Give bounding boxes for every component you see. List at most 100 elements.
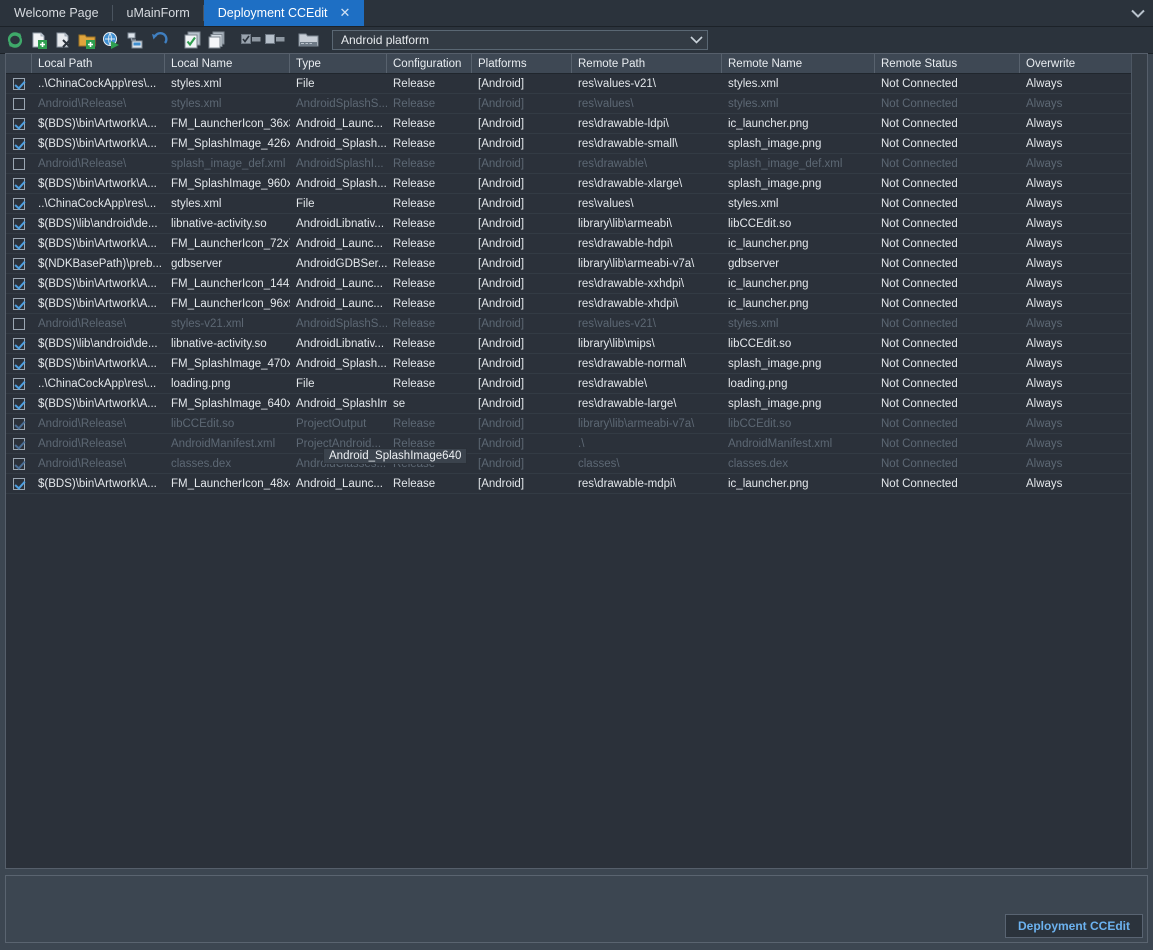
checkbox-checked-icon[interactable]	[13, 117, 25, 130]
cell-local-name: gdbserver	[171, 257, 223, 270]
row-checkbox-cell[interactable]	[6, 357, 32, 370]
remove-file-icon[interactable]	[52, 29, 74, 51]
table-row[interactable]: $(BDS)\lib\android\de... libnative-activi…	[6, 334, 1147, 354]
row-checkbox-cell[interactable]	[6, 197, 32, 210]
checkbox-checked-icon[interactable]	[13, 457, 25, 470]
table-row[interactable]: Android\Release\ splash_image_def.xml Andr…	[6, 154, 1147, 174]
column-header-platforms[interactable]: Platforms	[472, 54, 572, 73]
filter-checked-icon[interactable]	[240, 29, 262, 51]
refresh-icon[interactable]	[4, 29, 26, 51]
table-row[interactable]: Android\Release\ styles.xml AndroidSplashS…	[6, 94, 1147, 114]
row-checkbox-cell[interactable]	[6, 437, 32, 450]
column-header-type[interactable]: Type	[290, 54, 387, 73]
table-row[interactable]: $(BDS)\lib\android\de... libnative-activi…	[6, 214, 1147, 234]
row-checkbox-cell[interactable]	[6, 117, 32, 130]
checkbox-checked-icon[interactable]	[13, 77, 25, 90]
row-checkbox-cell[interactable]	[6, 137, 32, 150]
checkbox-checked-icon[interactable]	[13, 377, 25, 390]
deploy-icon[interactable]	[100, 29, 122, 51]
checkbox-checked-icon[interactable]	[13, 477, 25, 490]
table-row[interactable]: $(BDS)\bin\Artwork\A... FM_SplashImage_42…	[6, 134, 1147, 154]
connection-icon[interactable]	[124, 29, 146, 51]
table-row[interactable]: Android\Release\ libCCEdit.so ProjectOutpu…	[6, 414, 1147, 434]
column-header-configuration[interactable]: Configuration	[387, 54, 472, 73]
column-header-remote-status[interactable]: Remote Status	[875, 54, 1020, 73]
revert-icon[interactable]	[148, 29, 170, 51]
row-checkbox-cell[interactable]	[6, 77, 32, 90]
row-checkbox-cell[interactable]	[6, 97, 32, 110]
row-checkbox-cell[interactable]	[6, 157, 32, 170]
table-row[interactable]: $(BDS)\bin\Artwork\A... FM_LauncherIcon_3…	[6, 114, 1147, 134]
close-icon[interactable]: ✕	[340, 7, 351, 20]
table-row[interactable]: $(BDS)\bin\Artwork\A... FM_LauncherIcon_9…	[6, 294, 1147, 314]
row-checkbox-cell[interactable]	[6, 317, 32, 330]
table-row[interactable]: ..\ChinaCockApp\res\... styles.xml File Rel…	[6, 194, 1147, 214]
row-checkbox-cell[interactable]	[6, 377, 32, 390]
uncheck-all-icon[interactable]	[206, 29, 228, 51]
chevron-down-icon[interactable]	[1123, 0, 1153, 26]
platform-select[interactable]: Android platform	[332, 30, 708, 50]
cell-local-path: $(BDS)\bin\Artwork\A...	[38, 237, 157, 250]
checkbox-checked-icon[interactable]	[13, 257, 25, 270]
table-row[interactable]: $(BDS)\bin\Artwork\A... FM_LauncherIcon_7…	[6, 234, 1147, 254]
table-row[interactable]: $(BDS)\bin\Artwork\A... FM_LauncherIcon_4…	[6, 474, 1147, 494]
table-row[interactable]: $(BDS)\bin\Artwork\A... FM_SplashImage_96…	[6, 174, 1147, 194]
add-file-icon[interactable]	[28, 29, 50, 51]
tab-deployment-ccedit[interactable]: Deployment CCEdit ✕	[203, 0, 365, 26]
table-row[interactable]: Android\Release\classes.dexAndroidClasse…	[6, 454, 1147, 474]
row-checkbox-cell[interactable]	[6, 477, 32, 490]
checkbox-unchecked-icon[interactable]	[13, 157, 25, 170]
check-all-icon[interactable]	[182, 29, 204, 51]
row-checkbox-cell[interactable]	[6, 337, 32, 350]
table-row[interactable]: $(BDS)\bin\Artwork\A... FM_SplashImage_64…	[6, 394, 1147, 414]
row-checkbox-cell[interactable]	[6, 177, 32, 190]
row-checkbox-cell[interactable]	[6, 417, 32, 430]
cell-platforms: [Android]	[478, 277, 525, 290]
checkbox-checked-icon[interactable]	[13, 397, 25, 410]
checkbox-checked-icon[interactable]	[13, 297, 25, 310]
checkbox-checked-icon[interactable]	[13, 357, 25, 370]
table-row[interactable]: ..\ChinaCockApp\res\... styles.xml File Rel…	[6, 74, 1147, 94]
column-header-check[interactable]	[6, 54, 32, 73]
checkbox-unchecked-icon[interactable]	[13, 317, 25, 330]
row-checkbox-cell[interactable]	[6, 397, 32, 410]
checkbox-checked-icon[interactable]	[13, 417, 25, 430]
checkbox-checked-icon[interactable]	[13, 437, 25, 450]
column-header-local-name[interactable]: Local Name	[165, 54, 290, 73]
status-bar-deployment-button[interactable]: Deployment CCEdit	[1004, 914, 1143, 938]
table-row[interactable]: Android\Release\ styles-v21.xml AndroidSpl…	[6, 314, 1147, 334]
checkbox-checked-icon[interactable]	[13, 137, 25, 150]
grid-vertical-scrollbar[interactable]	[1131, 54, 1147, 868]
table-row[interactable]: ..\ChinaCockApp\res\... loading.png File Re…	[6, 374, 1147, 394]
cell-overwrite: Always	[1026, 97, 1063, 110]
row-checkbox-cell[interactable]	[6, 237, 32, 250]
checkbox-checked-icon[interactable]	[13, 277, 25, 290]
checkbox-checked-icon[interactable]	[13, 237, 25, 250]
table-row[interactable]: $(NDKBasePath)\preb... gdbserver AndroidGD…	[6, 254, 1147, 274]
tab-label: Welcome Page	[14, 6, 99, 20]
checkbox-checked-icon[interactable]	[13, 177, 25, 190]
checkbox-unchecked-icon[interactable]	[13, 97, 25, 110]
chevron-down-icon[interactable]	[690, 36, 703, 44]
cell-platforms: [Android]	[478, 137, 525, 150]
checkbox-checked-icon[interactable]	[13, 337, 25, 350]
column-header-local-path[interactable]: Local Path	[32, 54, 165, 73]
table-row[interactable]: Android\Release\ AndroidManifest.xml Proje…	[6, 434, 1147, 454]
row-checkbox-cell[interactable]	[6, 277, 32, 290]
table-row[interactable]: $(BDS)\bin\Artwork\A... FM_LauncherIcon_1…	[6, 274, 1147, 294]
row-checkbox-cell[interactable]	[6, 217, 32, 230]
table-row[interactable]: $(BDS)\bin\Artwork\A... FM_SplashImage_47…	[6, 354, 1147, 374]
folder-open-icon[interactable]	[298, 29, 320, 51]
tab-umainform[interactable]: uMainForm	[113, 0, 204, 26]
row-checkbox-cell[interactable]	[6, 257, 32, 270]
checkbox-checked-icon[interactable]	[13, 217, 25, 230]
tab-welcome-page[interactable]: Welcome Page	[0, 0, 113, 26]
filter-unchecked-icon[interactable]	[264, 29, 286, 51]
column-header-overwrite[interactable]: Overwrite	[1020, 54, 1140, 73]
add-folder-icon[interactable]	[76, 29, 98, 51]
column-header-remote-path[interactable]: Remote Path	[572, 54, 722, 73]
row-checkbox-cell[interactable]	[6, 297, 32, 310]
column-header-remote-name[interactable]: Remote Name	[722, 54, 875, 73]
checkbox-checked-icon[interactable]	[13, 197, 25, 210]
row-checkbox-cell[interactable]	[6, 457, 32, 470]
